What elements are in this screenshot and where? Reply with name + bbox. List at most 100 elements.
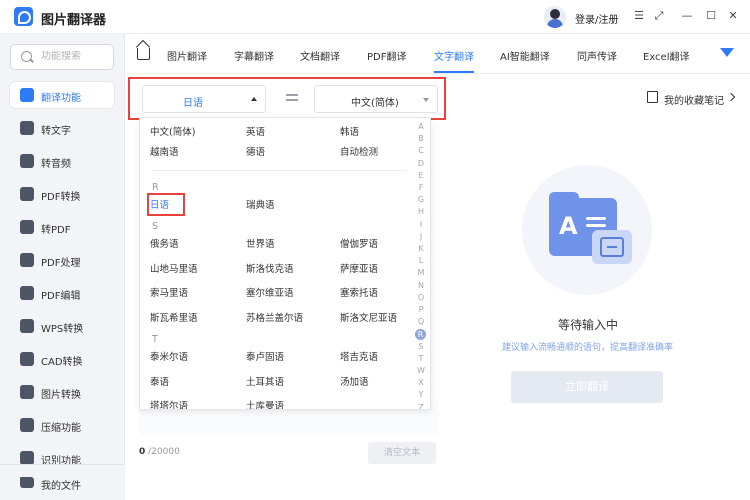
language-option[interactable]: 中文(简体) [150,124,195,138]
alphabet-index-letter[interactable]: F [415,183,427,192]
avatar[interactable] [544,6,566,28]
language-option[interactable]: 山地马里语 [150,261,198,275]
language-option[interactable]: 越南语 [150,144,179,158]
alphabet-index-letter[interactable]: L [415,256,427,265]
language-option[interactable]: 索马里语 [150,285,188,299]
alphabet-index-letter[interactable]: T [415,354,427,363]
alphabet-index-letter[interactable]: M [415,268,427,277]
alphabet-index-letter[interactable]: B [415,134,427,143]
alphabet-index-letter[interactable]: A [415,122,427,131]
sidebar-item[interactable]: PDF编辑 [10,280,114,306]
alphabet-index-letter[interactable]: P [415,305,427,314]
source-language-value: 日语 [183,98,203,109]
swap-icon[interactable] [286,92,298,102]
search-input[interactable] [41,51,111,62]
language-option[interactable]: 苏格兰盖尔语 [246,310,303,324]
language-option[interactable]: 土耳其语 [246,374,284,388]
sidebar-item-icon [20,286,34,300]
language-option[interactable]: 泰卢固语 [246,349,284,363]
alphabet-index-letter[interactable]: G [415,195,427,204]
language-option[interactable]: 斯瓦希里语 [150,310,198,324]
sidebar-item-label: 压缩功能 [41,423,81,434]
language-option[interactable]: 俄务语 [150,236,179,250]
search-box[interactable] [10,44,114,70]
tab[interactable]: 字幕翻译 [234,48,274,63]
language-option[interactable]: 斯洛文尼亚语 [340,310,397,324]
minimize-icon[interactable]: — [680,9,694,23]
more-tabs-icon[interactable] [720,48,734,57]
alphabet-index-letter[interactable]: I [415,220,427,229]
home-icon[interactable] [137,48,150,60]
language-option[interactable]: 塞尔维亚语 [246,285,294,299]
language-option[interactable]: 泰语 [150,374,169,388]
language-option[interactable]: 泰米尔语 [150,349,188,363]
menu-icon[interactable]: ☰ [632,9,646,23]
alphabet-index-letter[interactable]: H [415,207,427,216]
login-link[interactable]: 登录/注册 [575,11,618,26]
alphabet-index-letter[interactable]: E [415,171,427,180]
language-option[interactable]: 英语 [246,124,265,138]
alphabet-index-letter[interactable]: C [415,146,427,155]
alphabet-index-letter[interactable]: K [415,244,427,253]
tab[interactable]: 文档翻译 [300,48,340,63]
close-icon[interactable]: ✕ [726,9,740,23]
sidebar-item[interactable]: PDF转换 [10,181,114,207]
sidebar-item[interactable]: WPS转换 [10,313,114,339]
language-option[interactable]: 韩语 [340,124,359,138]
language-option[interactable]: 塞索托语 [340,285,378,299]
tab[interactable]: 图片翻译 [167,48,207,63]
alphabet-index-letter[interactable]: N [415,281,427,290]
clear-text-button[interactable]: 清空文本 [368,442,436,464]
sidebar-item-icon [20,253,34,267]
language-option[interactable]: 僧伽罗语 [340,236,378,250]
sidebar-item-icon [20,154,34,168]
alphabet-index-letter[interactable]: Y [415,390,427,399]
language-option[interactable]: 自动检测 [340,144,378,158]
alphabet-index-letter[interactable]: Z [415,403,427,409]
fullscreen-icon[interactable]: ⤢ [652,9,666,23]
app-logo-icon [14,7,33,26]
alphabet-index-letter[interactable]: X [415,378,427,387]
maximize-icon[interactable]: ☐ [704,9,718,23]
tab[interactable]: PDF翻译 [367,48,406,63]
alphabet-index-letter[interactable]: O [415,293,427,302]
target-language-select[interactable]: 中文(简体) [314,85,438,113]
language-option[interactable]: 斯洛伐克语 [246,261,294,275]
sidebar-item[interactable]: 图片转换 [10,379,114,405]
language-option[interactable]: 土库曼语 [246,398,284,409]
notes-link[interactable]: 我的收藏笔记 [664,92,724,107]
language-option[interactable]: 塔塔尔语 [150,398,188,409]
alphabet-index-letter[interactable]: Q [415,317,427,326]
sidebar-item[interactable]: 转文字 [10,115,114,141]
language-option[interactable]: 瑞典语 [246,197,275,211]
language-option[interactable]: 塔吉克语 [340,349,378,363]
sidebar-item-label: CAD转换 [41,357,83,368]
language-option[interactable]: 汤加语 [340,374,369,388]
sidebar-item[interactable]: CAD转换 [10,346,114,372]
language-option[interactable]: 德语 [246,144,265,158]
tab[interactable]: AI智能翻译 [500,48,550,63]
language-selector-bar: 日语 中文(简体) [128,77,446,120]
language-option[interactable]: 萨摩亚语 [340,261,378,275]
sidebar-item[interactable]: PDF处理 [10,247,114,273]
alphabet-index-letter[interactable]: R [415,329,426,341]
translate-button[interactable]: 立即翻译 [511,371,663,403]
alphabet-index-letter[interactable]: D [415,159,427,168]
language-option[interactable]: 世界语 [246,236,275,250]
alphabet-index-letter[interactable]: S [415,342,427,351]
my-files-button[interactable]: 我的文件 [0,464,125,500]
alphabet-index-letter[interactable]: J [415,232,427,241]
group-letter: S [152,221,159,232]
sidebar-item[interactable]: 压缩功能 [10,412,114,438]
alphabet-index-letter[interactable]: W [415,366,427,375]
sidebar-item-icon [20,352,34,366]
tab[interactable]: Excel翻译 [643,48,690,63]
tab[interactable]: 同声传译 [577,48,617,63]
sidebar-item[interactable]: 转PDF [10,214,114,240]
chevron-right-icon [726,92,736,102]
source-language-select[interactable]: 日语 [142,85,266,113]
sidebar-item[interactable]: 转音频 [10,148,114,174]
notebook-icon [647,91,658,103]
sidebar-item[interactable]: 翻译功能 [10,82,114,108]
tab[interactable]: 文字翻译 [434,48,474,63]
